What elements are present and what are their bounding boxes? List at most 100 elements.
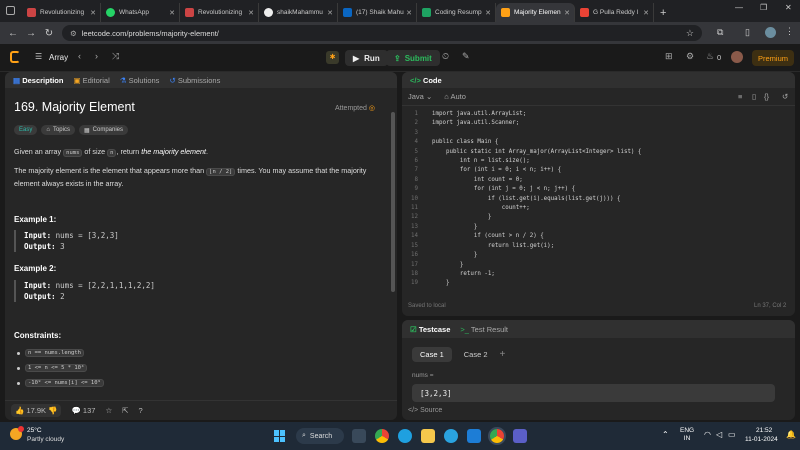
- user-avatar[interactable]: [731, 51, 743, 63]
- minimize-icon[interactable]: —: [735, 3, 743, 12]
- case-2-tab[interactable]: Case 2: [460, 347, 492, 362]
- comments-button[interactable]: 💬 137: [71, 406, 95, 415]
- photos-icon[interactable]: [467, 429, 481, 443]
- reset-icon[interactable]: ↺: [782, 92, 788, 101]
- browser-tab[interactable]: Coding Resump ✕: [417, 3, 496, 22]
- favorite-star-icon[interactable]: ☆: [105, 406, 112, 415]
- chrome-icon[interactable]: [375, 429, 389, 443]
- scrollbar-thumb[interactable]: [391, 112, 395, 292]
- autocomplete-mode[interactable]: ⌂ Auto: [444, 92, 466, 101]
- notification-bell-icon[interactable]: 🔔: [786, 430, 796, 439]
- chrome-active-icon[interactable]: [490, 429, 504, 443]
- close-window-icon[interactable]: ✕: [785, 3, 792, 12]
- submit-button[interactable]: ⇪ Submit: [386, 50, 440, 66]
- tab-submissions[interactable]: ↺ Submissions: [169, 76, 220, 85]
- next-problem-icon[interactable]: ›: [95, 51, 98, 61]
- like-button[interactable]: 👍 17.9K 👎: [11, 404, 62, 417]
- add-case-button[interactable]: +: [500, 349, 506, 360]
- code-toolbar: Java ⌄ ⌂ Auto ≡ ▯ {} ↺: [402, 88, 795, 106]
- tab-test-result[interactable]: >_ Test Result: [460, 325, 508, 334]
- clock-date[interactable]: 11-01-2024: [745, 436, 778, 443]
- tab-editorial[interactable]: ▣ Editorial: [73, 76, 109, 85]
- problem-list-icon[interactable]: ☰: [35, 52, 42, 61]
- streak-count: 0: [717, 53, 722, 62]
- start-windows-icon[interactable]: [274, 430, 286, 442]
- browser-tab[interactable]: G Pulla Reddy I ✕: [575, 3, 654, 22]
- back-icon[interactable]: ←: [4, 28, 22, 39]
- tray-chevron-icon[interactable]: ⌃: [662, 430, 669, 439]
- source-toggle[interactable]: </> Source: [408, 407, 442, 414]
- case-1-tab[interactable]: Case 1: [412, 347, 452, 362]
- settings-gear-icon[interactable]: ⚙: [686, 51, 694, 62]
- share-icon[interactable]: ⇱: [122, 406, 128, 415]
- format-icon[interactable]: ≡: [738, 92, 742, 101]
- profile-avatar[interactable]: [765, 27, 776, 38]
- new-tab-button[interactable]: +: [660, 7, 666, 19]
- site-info-icon[interactable]: ⚙: [70, 29, 77, 38]
- browser-tab-active[interactable]: Majority Elemen ✕: [496, 3, 575, 22]
- telegram-icon[interactable]: [444, 429, 458, 443]
- close-icon[interactable]: ✕: [643, 9, 649, 17]
- braces-icon[interactable]: {}: [764, 92, 769, 101]
- browser-tab[interactable]: (17) Shaik Mahu ✕: [338, 3, 417, 22]
- forward-icon[interactable]: →: [22, 28, 40, 39]
- code-tab[interactable]: </> Code: [410, 76, 442, 85]
- run-button[interactable]: ▶ Run: [345, 50, 388, 66]
- browser-tab[interactable]: WhatsApp ✕: [101, 3, 180, 22]
- tab-label: Solutions: [128, 75, 160, 85]
- close-icon[interactable]: ✕: [169, 9, 175, 17]
- thumbs-down-icon[interactable]: 👎: [48, 406, 57, 415]
- maximize-icon[interactable]: ❐: [760, 3, 767, 12]
- timer-icon[interactable]: ⏲: [442, 51, 449, 62]
- code-editor[interactable]: 1 import java.util.ArrayList; 2 import java…: [402, 110, 795, 288]
- close-icon[interactable]: ✕: [564, 9, 570, 17]
- close-icon[interactable]: ✕: [406, 9, 412, 17]
- notes-icon[interactable]: ✎: [462, 51, 470, 62]
- bookmark-icon[interactable]: ▯: [752, 92, 756, 101]
- tab-testcase[interactable]: ☑ Testcase: [410, 325, 450, 334]
- file-explorer-icon[interactable]: [421, 429, 435, 443]
- close-icon[interactable]: ✕: [248, 9, 254, 17]
- layout-icon[interactable]: ⊞: [665, 51, 673, 62]
- url-field[interactable]: ⚙ leetcode.com/problems/majority-element…: [62, 25, 702, 41]
- tab-label: Editorial: [82, 75, 110, 85]
- premium-button[interactable]: Premium: [752, 50, 794, 66]
- companies-badge[interactable]: ▦ Companies: [78, 125, 129, 135]
- tab-description[interactable]: ▤ Description: [13, 76, 63, 85]
- debug-icon[interactable]: ✱: [326, 51, 339, 64]
- close-icon[interactable]: ✕: [485, 9, 491, 17]
- sidepanel-icon[interactable]: ▯: [745, 27, 750, 38]
- clock-time[interactable]: 21:52: [756, 427, 772, 434]
- terminal-icon: >_: [460, 324, 469, 334]
- browser-tab[interactable]: Revolutionizing ✕: [22, 3, 101, 22]
- tab-strip-icon[interactable]: [6, 6, 15, 15]
- edge-icon[interactable]: [398, 429, 412, 443]
- browser-tab[interactable]: shaikMahammu ✕: [259, 3, 338, 22]
- help-icon[interactable]: ?: [138, 406, 142, 415]
- prev-problem-icon[interactable]: ‹: [78, 51, 81, 61]
- bookmark-star-icon[interactable]: ☆: [686, 28, 694, 39]
- teams-icon[interactable]: [513, 429, 527, 443]
- tab-solutions[interactable]: ⚗ Solutions: [120, 76, 160, 85]
- wifi-icon[interactable]: ◠: [704, 430, 711, 439]
- testcase-input[interactable]: [3,2,3]: [412, 384, 775, 402]
- menu-icon[interactable]: ⋮: [785, 26, 794, 37]
- close-icon[interactable]: ✕: [90, 9, 96, 17]
- battery-icon[interactable]: ▭: [728, 430, 736, 439]
- extensions-icon[interactable]: ⧉: [717, 27, 723, 38]
- shuffle-icon[interactable]: ⤨: [112, 51, 119, 62]
- close-icon[interactable]: ✕: [327, 9, 333, 17]
- streak-fire-icon[interactable]: ♨: [706, 51, 714, 62]
- taskview-icon[interactable]: [352, 429, 366, 443]
- leetcode-logo-icon[interactable]: [10, 51, 20, 63]
- taskbar-search[interactable]: ⌕ Search: [296, 428, 344, 444]
- editor-status-bar: Saved to local Ln 37, Col 2: [402, 300, 795, 314]
- code-text: if (list.get(i).equals(list.get(j))) {: [432, 195, 621, 202]
- problem-list-label[interactable]: Array: [49, 53, 68, 62]
- language-indicator[interactable]: ENG IN: [680, 427, 694, 443]
- topics-badge[interactable]: ⌂ Topics: [41, 125, 75, 135]
- volume-icon[interactable]: ◁: [716, 430, 722, 439]
- reload-icon[interactable]: ↻: [40, 28, 58, 39]
- language-select[interactable]: Java ⌄: [408, 92, 432, 101]
- browser-tab[interactable]: Revolutionizing ✕: [180, 3, 259, 22]
